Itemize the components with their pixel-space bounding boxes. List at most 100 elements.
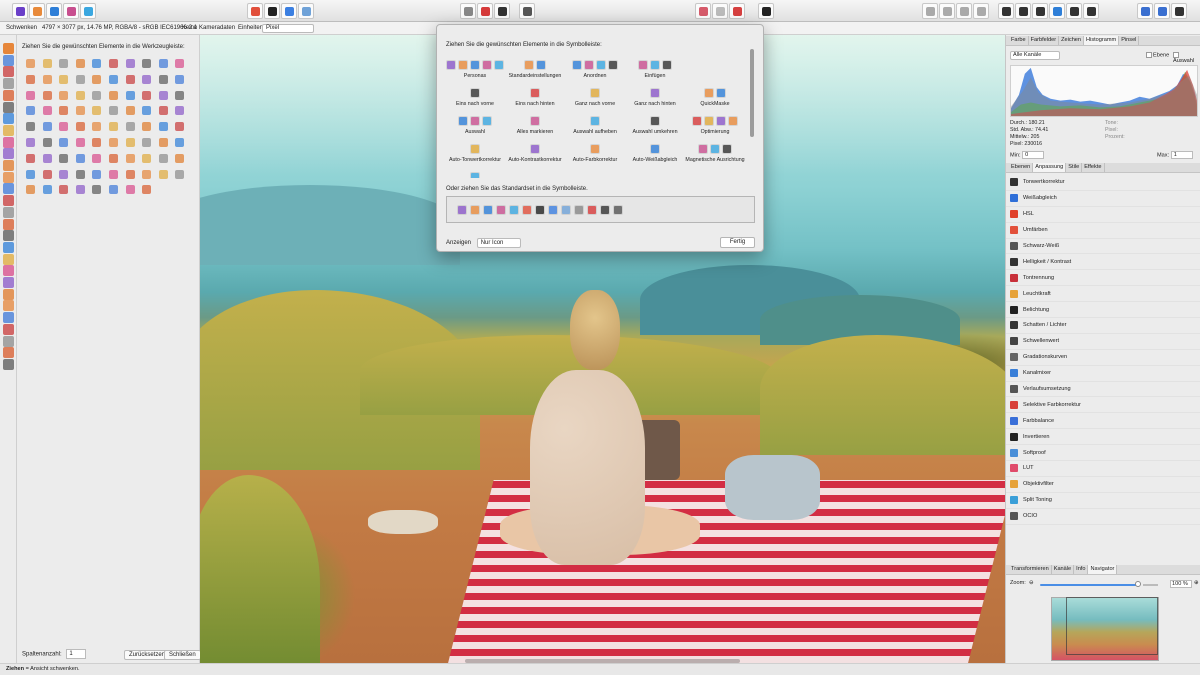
available-tool-icon[interactable]	[75, 74, 85, 84]
adjustment-item[interactable]: Selektive Farbkorrektur	[1006, 397, 1200, 414]
tool-button[interactable]	[3, 136, 14, 148]
tool-button[interactable]	[3, 277, 14, 288]
toolbar-item[interactable]: Eins nach hinten	[505, 83, 565, 111]
zoom-slider-knob[interactable]	[1134, 581, 1141, 587]
tool-button[interactable]	[3, 253, 14, 265]
adjustment-item[interactable]: Objektivfilter	[1006, 477, 1200, 493]
available-tool-icon[interactable]	[108, 74, 118, 84]
zoom-out-icon[interactable]: ⊖	[1029, 580, 1034, 586]
available-tool-icon[interactable]	[125, 185, 135, 195]
available-tool-icon[interactable]	[75, 137, 85, 147]
align-middle-button[interactable]	[1015, 3, 1031, 19]
available-tool-icon[interactable]	[125, 137, 135, 147]
available-tool-icon[interactable]	[59, 90, 69, 100]
auto-white-balance-button[interactable]	[298, 3, 314, 19]
available-tool-icon[interactable]	[108, 59, 118, 68]
toolbar-item[interactable]: Auto-Weißabgleich	[625, 139, 685, 167]
available-tool-icon[interactable]	[59, 137, 69, 147]
available-tool-icon[interactable]	[26, 106, 35, 116]
tool-button[interactable]	[3, 78, 14, 90]
tab-bottom-2[interactable]: Info	[1074, 565, 1089, 574]
tool-button[interactable]	[3, 300, 14, 312]
toolbar-item[interactable]: Anordnen	[565, 55, 625, 83]
available-tool-icon[interactable]	[59, 59, 69, 68]
toolbar-item[interactable]: Alles markieren	[505, 111, 565, 139]
adjustment-item[interactable]: Belichtung	[1006, 302, 1200, 319]
toolbar-item[interactable]: Standardeinstellungen	[505, 55, 565, 83]
available-tool-icon[interactable]	[158, 59, 168, 68]
adjustment-item[interactable]: HSL	[1006, 207, 1200, 223]
toolbar-item[interactable]: Ganz nach hinten	[625, 83, 685, 111]
available-tool-icon[interactable]	[125, 122, 135, 132]
adjustment-item[interactable]: LUT	[1006, 461, 1200, 477]
available-tool-icon[interactable]	[26, 153, 35, 163]
tool-button[interactable]	[3, 160, 14, 171]
adjustment-item[interactable]: Verlaufsumsetzung	[1006, 382, 1200, 398]
tool-button[interactable]	[3, 265, 14, 277]
available-tool-icon[interactable]	[108, 90, 118, 100]
tab-top-3[interactable]: Histogramm	[1084, 36, 1120, 45]
move-to-back-button[interactable]	[973, 3, 989, 19]
toolbar-item[interactable]: Auto-Kontrastkorrektur	[505, 139, 565, 167]
export-persona-button[interactable]	[80, 3, 96, 19]
tool-button[interactable]	[3, 183, 14, 195]
tab-middle-0[interactable]: Ebenen	[1009, 163, 1034, 172]
available-tool-icon[interactable]	[108, 153, 118, 163]
toolbar-item[interactable]: Einfügen	[625, 55, 685, 83]
available-tool-icon[interactable]	[142, 90, 152, 100]
available-tool-icon[interactable]	[108, 137, 118, 147]
tab-bottom-1[interactable]: Kanäle	[1052, 565, 1075, 574]
move-back-button[interactable]	[956, 3, 972, 19]
quick-mask-button[interactable]	[519, 3, 535, 19]
columns-stepper[interactable]: 1	[66, 649, 87, 659]
available-tool-icon[interactable]	[142, 122, 152, 132]
zoom-field[interactable]: 100 %	[1170, 580, 1192, 588]
available-tool-icon[interactable]	[142, 185, 152, 195]
tool-button[interactable]	[3, 101, 14, 113]
available-tool-icon[interactable]	[59, 106, 69, 116]
available-tool-icon[interactable]	[125, 169, 135, 179]
move-forward-button[interactable]	[939, 3, 955, 19]
move-to-front-button[interactable]	[922, 3, 938, 19]
available-tool-icon[interactable]	[158, 153, 168, 163]
tool-button[interactable]	[3, 195, 14, 207]
auto-colors-button[interactable]	[281, 3, 297, 19]
max-field[interactable]: 1	[1170, 151, 1193, 159]
tool-button[interactable]	[3, 113, 14, 125]
available-tool-icon[interactable]	[42, 106, 52, 116]
available-tool-icon[interactable]	[158, 137, 168, 147]
align-top-button[interactable]	[998, 3, 1014, 19]
zoom-slider-track[interactable]	[1143, 584, 1158, 586]
deselect-button[interactable]	[477, 3, 493, 19]
available-tool-icon[interactable]	[175, 106, 185, 116]
auto-levels-button[interactable]	[247, 3, 263, 19]
available-tool-icon[interactable]	[42, 169, 52, 179]
available-tool-icon[interactable]	[158, 122, 168, 132]
available-tool-icon[interactable]	[142, 153, 152, 163]
available-tool-icon[interactable]	[42, 122, 52, 132]
available-tool-icon[interactable]	[92, 74, 102, 84]
available-tool-icon[interactable]	[59, 153, 69, 163]
align-right-button[interactable]	[1083, 3, 1099, 19]
tool-button[interactable]	[3, 335, 14, 347]
available-tool-icon[interactable]	[92, 137, 102, 147]
adjustment-item[interactable]: Split Toning	[1006, 493, 1200, 509]
develop-persona-button[interactable]	[46, 3, 62, 19]
adjustment-item[interactable]: Schwarz-Weiß	[1006, 239, 1200, 255]
available-tool-icon[interactable]	[142, 59, 152, 68]
available-tool-icon[interactable]	[158, 169, 168, 179]
tab-bottom-3[interactable]: Navigator	[1088, 565, 1118, 574]
tab-top-0[interactable]: Farbe	[1009, 36, 1029, 45]
toolbar-item[interactable]: QuickMaske	[685, 83, 745, 111]
available-tool-icon[interactable]	[158, 74, 168, 84]
available-tool-icon[interactable]	[142, 169, 152, 179]
available-tool-icon[interactable]	[42, 90, 52, 100]
tool-button[interactable]	[3, 171, 14, 183]
available-tool-icon[interactable]	[108, 169, 118, 179]
available-tool-icon[interactable]	[92, 106, 102, 116]
available-tool-icon[interactable]	[125, 153, 135, 163]
available-tool-icon[interactable]	[175, 169, 185, 179]
available-tool-icon[interactable]	[92, 169, 102, 179]
available-tool-icon[interactable]	[108, 106, 118, 116]
adjustment-item[interactable]: Gradationskurven	[1006, 350, 1200, 366]
